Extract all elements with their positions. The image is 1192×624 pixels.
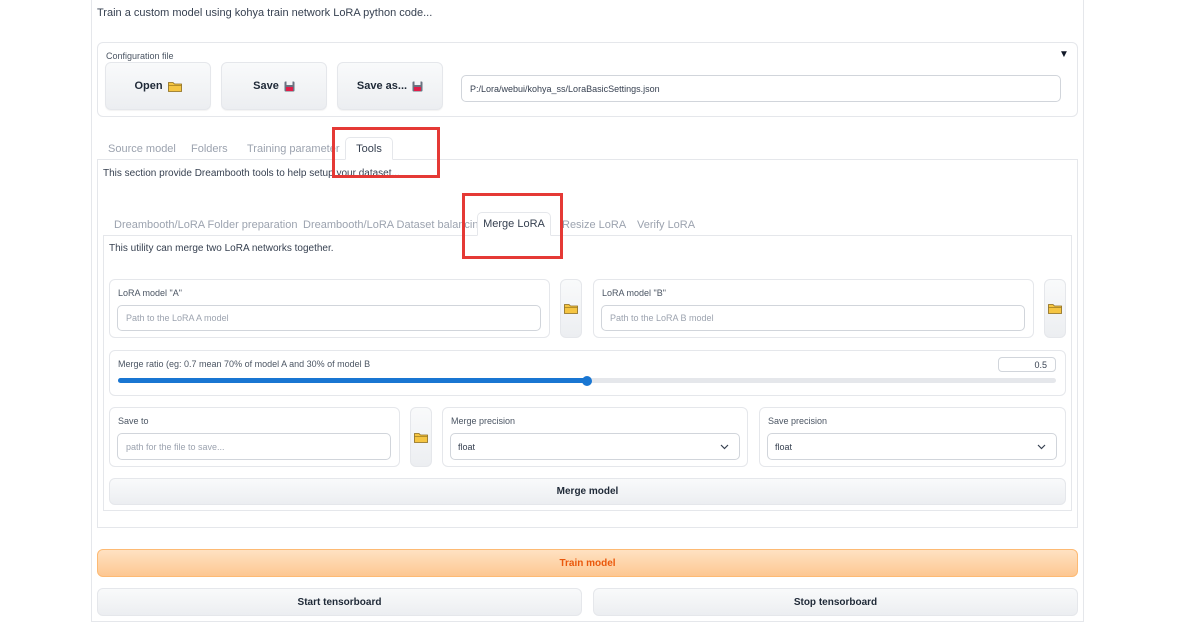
save-as-button-label: Save as... [356,80,408,92]
merge-ratio-slider-thumb[interactable] [582,376,592,386]
browse-model-b-button[interactable] [1044,279,1066,338]
merge-ratio-slider-fill [118,378,587,383]
tab-training-parameters[interactable]: Training parameter [247,143,340,155]
merge-ratio-number-input[interactable]: 0.5 [998,357,1056,372]
lora-model-b-label: LoRA model "B" [602,288,666,298]
configuration-file-label: Configuration file [106,51,174,61]
save-precision-label: Save precision [768,416,828,426]
stop-tensorboard-button[interactable]: Stop tensorboard [593,588,1078,616]
floppy-disk-icon [412,81,423,91]
browse-model-a-button[interactable] [560,279,582,338]
save-to-label: Save to [118,416,149,426]
tab-resize-lora[interactable]: Resize LoRA [562,219,626,231]
folder-icon [564,304,578,314]
merge-model-button[interactable]: Merge model [109,478,1066,505]
save-button-label: Save [253,80,279,92]
folder-icon [167,81,182,92]
merge-lora-tab-highlight [462,193,563,259]
merge-precision-label: Merge precision [451,416,516,426]
merge-precision-value: float [458,441,476,452]
browse-save-to-button[interactable] [410,407,432,467]
tools-tab-highlight [332,127,440,178]
train-model-button[interactable]: Train model [97,549,1078,577]
merge-ratio-label: Merge ratio (eg: 0.7 mean 70% of model A… [118,359,371,369]
tab-dataset-balancing[interactable]: Dreambooth/LoRA Dataset balancing [303,219,485,231]
collapse-caret-icon[interactable]: ▼ [1059,49,1069,60]
lora-model-a-label: LoRA model "A" [118,288,182,298]
open-button[interactable]: Open [105,62,211,110]
tab-source-model[interactable]: Source model [108,143,176,155]
floppy-disk-icon [284,81,295,91]
config-file-path-input[interactable]: P:/Lora/webui/kohya_ss/LoraBasicSettings… [461,75,1061,102]
start-tensorboard-button[interactable]: Start tensorboard [97,588,582,616]
merge-ratio-group [109,350,1066,396]
save-button[interactable]: Save [221,62,327,110]
lora-model-b-input[interactable]: Path to the LoRA B model [601,305,1025,331]
folder-icon [1048,304,1062,314]
page-description: Train a custom model using kohya train n… [97,7,433,19]
merge-description: This utility can merge two LoRA networks… [109,243,334,254]
chevron-down-icon [1037,444,1046,449]
open-button-label: Open [134,80,163,92]
save-precision-select[interactable]: float [767,433,1057,460]
tab-folders[interactable]: Folders [191,143,228,155]
chevron-down-icon [720,444,729,449]
save-to-input[interactable]: path for the file to save... [117,433,391,460]
save-precision-value: float [775,441,793,452]
save-as-button[interactable]: Save as... [337,62,443,110]
merge-precision-select[interactable]: float [450,433,740,460]
tab-verify-lora[interactable]: Verify LoRA [637,219,695,231]
folder-icon [414,432,428,443]
lora-model-a-input[interactable]: Path to the LoRA A model [117,305,541,331]
tab-folder-preparation[interactable]: Dreambooth/LoRA Folder preparation [114,219,297,231]
